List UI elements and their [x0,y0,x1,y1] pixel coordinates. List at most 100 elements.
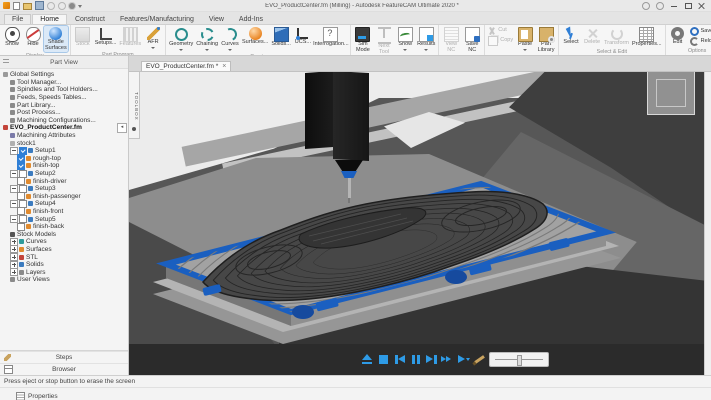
tree-item-feeds-speeds-tables[interactable]: Feeds, Speeds Tables... [0,94,128,102]
tree-item-curves[interactable]: Curves [0,238,128,246]
button-label: Save Now [701,29,711,35]
select-button[interactable]: Select [561,26,581,46]
tree-item-global-settings[interactable]: Global Settings [0,71,128,79]
simulation-speed-slider[interactable] [489,352,549,367]
chaining-button[interactable]: Chaining [195,26,219,53]
document-tab[interactable]: EVO_ProductCenter.fm * × [141,61,231,71]
pause-button[interactable] [409,353,422,366]
tree-item-user-views[interactable]: User Views [0,276,128,284]
tree-item-icon [26,156,31,161]
checkbox[interactable] [17,223,25,231]
panel-menu-icon[interactable] [3,59,9,65]
tree-item-solids[interactable]: Solids [0,261,128,269]
surfaces-button[interactable]: Surfaces... [241,26,269,46]
skip-to-start-button[interactable] [393,353,406,366]
results-button[interactable]: Results [416,26,436,53]
tab-file[interactable]: File [4,14,31,24]
tree-item-stl[interactable]: STL [0,253,128,261]
cut-button[interactable]: Cut [487,27,514,35]
tree-item-evo-productcenter-fm[interactable]: EVO_ProductCenter.fm◂ [0,124,128,132]
quick-options-gear-icon[interactable] [69,3,75,9]
tab-construct[interactable]: Construct [68,15,112,24]
button-label: Transform [604,41,629,47]
save-file-icon[interactable] [35,1,44,10]
panel-pin-button[interactable]: ◂ [117,123,127,133]
paste-button[interactable]: Paste [515,26,535,53]
geometry-icon [175,28,188,41]
eject-button[interactable] [361,353,374,366]
tab-view[interactable]: View [202,15,231,24]
tree-item-icon [10,133,15,138]
expand-icon[interactable] [10,268,18,276]
steps-tab[interactable]: Steps [0,351,128,363]
show-button[interactable]: Show [2,26,22,48]
skip-to-end-button[interactable] [441,353,454,366]
ucs-button[interactable]: UCS... [293,26,313,46]
ribbon-group-simulation: Sim ModeNext Tool OperShowResultsSimulat… [351,25,439,55]
interrogation-button[interactable]: Interrogation... [314,26,348,48]
minimize-button[interactable] [670,2,678,10]
tree-item-label: Setup1 [35,147,56,154]
document-close-icon[interactable]: × [222,63,226,70]
tree-item-icon [26,179,31,184]
3d-scene[interactable]: TOOLBOX [129,72,711,375]
features-button[interactable]: Features [118,26,142,48]
properties-button[interactable]: Properties... [631,26,663,48]
tab-features-manufacturing[interactable]: Features/Manufacturing [113,15,201,24]
close-button[interactable] [698,2,706,10]
tree-item-part-library[interactable]: Part Library... [0,101,128,109]
delete-button[interactable]: Delete [582,26,602,46]
view-nc-button[interactable]: View NC [441,26,461,54]
stock-button[interactable]: Stock [73,26,93,48]
tree-item-tool-manager[interactable]: Tool Manager... [0,79,128,87]
tree-item-spindles-and-tool-holders[interactable]: Spindles and Tool Holders... [0,86,128,94]
show-button[interactable]: Show [395,26,415,53]
toolbox-pin-icon[interactable] [132,127,136,131]
shade-surfaces-button[interactable]: Shade Surfaces [44,26,68,52]
transform-button[interactable]: Transform [603,26,630,47]
geometry-button[interactable]: Geometry [168,26,194,53]
hide-button[interactable]: Hide [23,26,43,48]
properties-bar[interactable]: Properties [0,388,711,400]
part-library-button[interactable]: Part Library [536,26,556,54]
afr-button[interactable]: AFR [143,26,163,51]
tree-item-post-process[interactable]: Post Process... [0,109,128,117]
step-forward-button[interactable] [425,353,438,366]
tree-item-finish-back[interactable]: finish-back [0,223,128,231]
play-options-button[interactable] [457,353,470,366]
browser-tab[interactable]: Browser [0,363,128,375]
tab-add-ins[interactable]: Add-Ins [232,15,270,24]
tree-item-layers[interactable]: Layers [0,268,128,276]
button-label: Copy [500,38,513,44]
help-icon[interactable] [656,2,664,10]
save-nc-button[interactable]: Save NC [462,26,482,54]
curves-button[interactable]: Curves [220,26,240,53]
tree-item-machining-configurations[interactable]: Machining Configurations... [0,117,128,125]
sync-icon[interactable] [642,2,650,10]
redo-icon[interactable] [58,2,66,10]
setups-button[interactable]: Setups... [94,26,118,47]
viewport-scrollbar[interactable] [704,72,711,375]
next-tool-oper-button[interactable]: Next Tool Oper [374,26,394,56]
button-label: Chaining [196,42,218,48]
setups-icon [100,28,112,40]
part-view-panel: Part View Global SettingsTool Manager...… [0,56,129,375]
reload-button[interactable]: Reload [689,37,711,46]
edit-toolpath-button[interactable] [473,353,486,366]
sim-mode-button[interactable]: Sim Mode [353,26,373,56]
undo-icon[interactable] [47,2,55,10]
save-now-button[interactable]: Save Now [689,27,711,36]
tree-item-stock-models[interactable]: Stock Models [0,230,128,238]
open-file-icon[interactable] [23,3,32,10]
new-file-icon[interactable] [13,2,20,10]
statusbar: Press eject or stop button to erase the … [0,375,711,400]
maximize-button[interactable] [684,2,692,10]
dropdown-caret-icon [403,49,407,53]
edit-button[interactable]: Edit [668,26,688,46]
stop-button[interactable] [377,353,390,366]
copy-button[interactable]: Copy [487,36,514,46]
tree-item-surfaces[interactable]: Surfaces [0,246,128,254]
solids-button[interactable]: Solids... [270,26,292,48]
tree-item-machining-attributes[interactable]: Machining Attributes [0,132,128,140]
tab-home[interactable]: Home [32,14,67,24]
